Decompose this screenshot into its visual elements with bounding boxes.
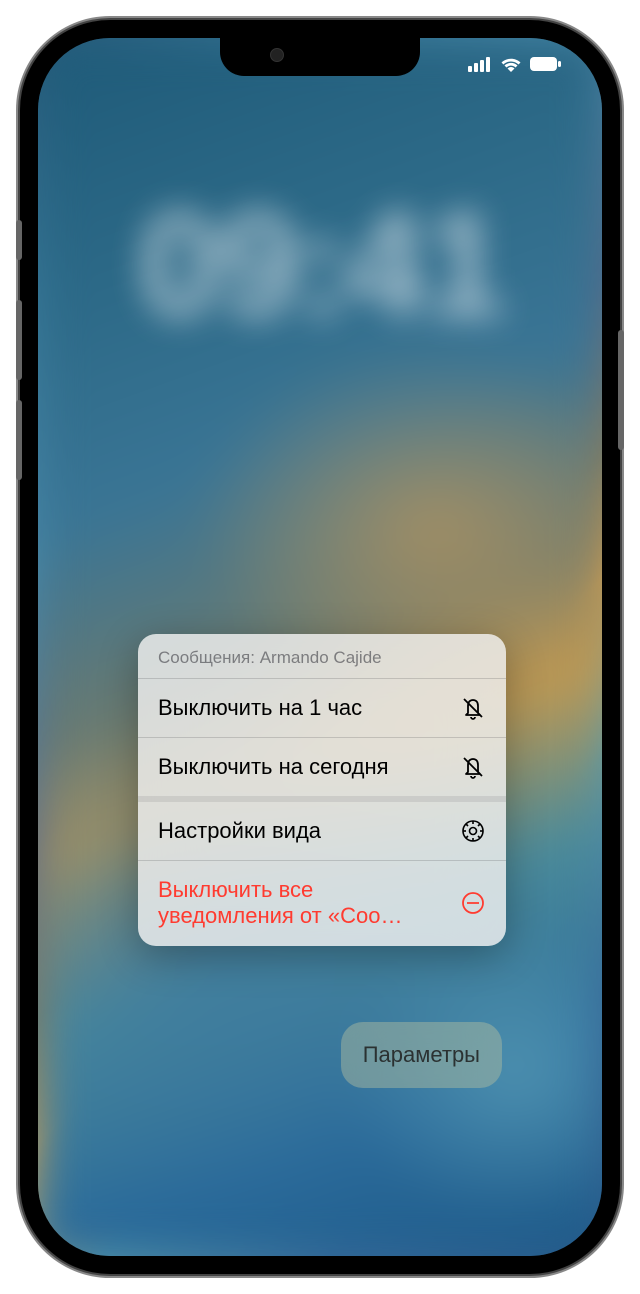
wifi-icon xyxy=(500,56,522,72)
lock-screen-clock: 09:41 xyxy=(138,178,502,351)
menu-item-label: Выключить на сегодня xyxy=(158,754,389,780)
gear-icon xyxy=(460,818,486,844)
volume-up-button xyxy=(16,300,22,380)
notification-context-menu: Сообщения: Armando Cajide Выключить на 1… xyxy=(138,634,506,946)
volume-down-button xyxy=(16,400,22,480)
view-settings-item[interactable]: Настройки вида xyxy=(138,796,506,860)
screen: 09:41 Сообщения: Armando Cajide xyxy=(38,38,602,1256)
mute-today-item[interactable]: Выключить на сегодня xyxy=(138,737,506,796)
cellular-signal-icon xyxy=(468,56,492,72)
status-bar xyxy=(468,56,562,72)
turn-off-all-notifications-item[interactable]: Выключить все уведомления от «Соо… xyxy=(138,860,506,946)
context-menu-header: Сообщения: Armando Cajide xyxy=(138,634,506,678)
minus-circle-icon xyxy=(460,890,486,916)
menu-item-label: Выключить на 1 час xyxy=(158,695,362,721)
mute-one-hour-item[interactable]: Выключить на 1 час xyxy=(138,678,506,737)
silent-switch xyxy=(16,220,22,260)
phone-frame: 09:41 Сообщения: Armando Cajide xyxy=(20,20,620,1274)
menu-item-label: Настройки вида xyxy=(158,818,321,844)
bell-slash-icon xyxy=(460,695,486,721)
options-button[interactable]: Параметры xyxy=(341,1022,502,1088)
menu-item-label: Выключить все уведомления от «Соо… xyxy=(158,877,448,930)
power-button xyxy=(618,330,624,450)
bell-slash-icon xyxy=(460,754,486,780)
battery-icon xyxy=(530,56,562,72)
options-button-label: Параметры xyxy=(363,1042,480,1067)
notch xyxy=(220,38,420,76)
front-camera xyxy=(270,48,284,62)
